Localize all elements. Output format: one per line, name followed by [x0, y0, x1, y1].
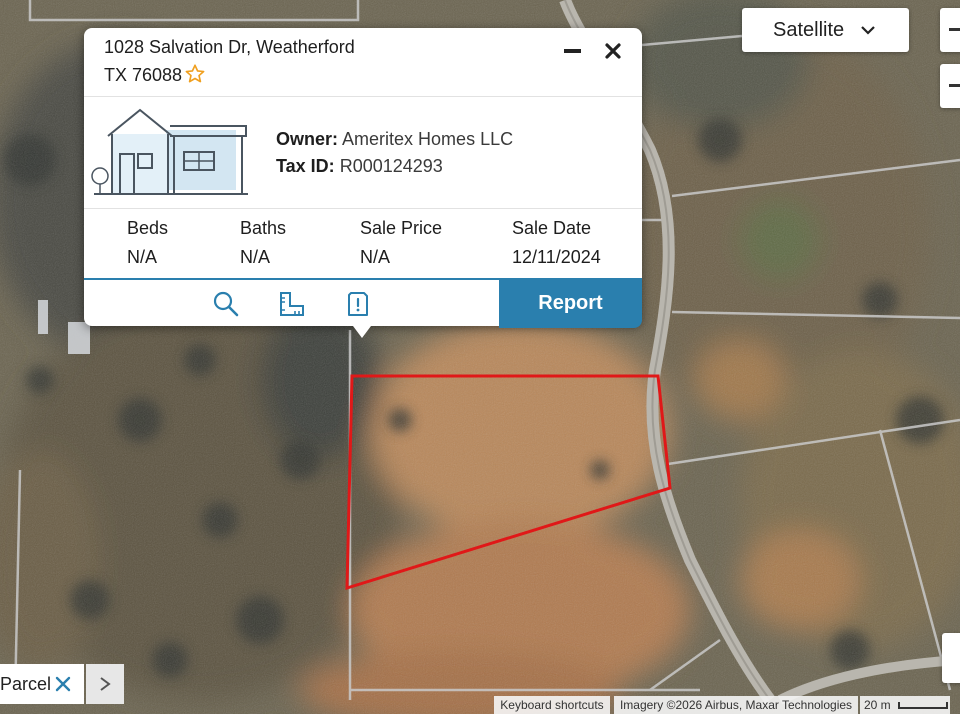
map-type-label: Satellite: [773, 19, 845, 41]
popup-action-bar: Report: [84, 278, 642, 328]
taxid-row: Tax ID: R000124293: [276, 156, 443, 177]
close-icon[interactable]: [54, 675, 72, 693]
stat-label: Baths: [240, 218, 287, 238]
scale-bar[interactable]: 20 m: [860, 696, 950, 714]
street-view-pegman[interactable]: [942, 633, 960, 683]
property-popup: 1028 Salvation Dr, Weatherford TX 76088 …: [84, 28, 642, 328]
next-parcel-button[interactable]: [86, 664, 124, 704]
report-button[interactable]: Report: [499, 280, 642, 328]
bottom-strip: [0, 714, 960, 720]
search-icon[interactable]: [212, 290, 240, 318]
imagery-attribution: Imagery ©2026 Airbus, Maxar Technologies: [614, 696, 858, 714]
owner-label: Owner:: [276, 129, 339, 149]
stat-label: Sale Date: [512, 218, 592, 238]
stat-label: Sale Price: [360, 218, 443, 238]
house-illustration: [91, 108, 248, 195]
taxid-value: R000124293: [339, 156, 443, 176]
address-line-2: TX 76088: [104, 65, 183, 85]
zoom-out-button[interactable]: [940, 64, 960, 108]
owner-row: Owner: Ameritex Homes LLC: [276, 129, 513, 150]
ruler-icon[interactable]: [277, 290, 305, 318]
parcel-tag[interactable]: Parcel: [0, 664, 84, 704]
favorite-star-icon[interactable]: [184, 63, 206, 85]
parcel-label: Parcel: [0, 674, 52, 694]
minimize-icon[interactable]: [562, 42, 584, 60]
close-icon[interactable]: [602, 40, 624, 62]
popup-header: 1028 Salvation Dr, Weatherford TX 76088: [84, 28, 642, 97]
stat-value: N/A: [127, 247, 158, 267]
stat-label: Beds: [127, 218, 169, 238]
popup-pointer: [350, 322, 374, 338]
taxid-label: Tax ID:: [276, 156, 335, 176]
owner-value: Ameritex Homes LLC: [342, 129, 514, 149]
address-line-1: 1028 Salvation Dr, Weatherford: [104, 37, 355, 57]
stat-value: N/A: [240, 247, 271, 267]
scale-label: 20 m: [864, 698, 891, 712]
property-stats: Beds N/A Baths N/A Sale Price N/A Sale D…: [84, 208, 642, 279]
map-type-selector[interactable]: Satellite: [742, 8, 909, 52]
info-icon[interactable]: [344, 290, 372, 318]
chevron-right-icon: [100, 677, 111, 691]
scale-line-icon: [898, 702, 948, 709]
keyboard-shortcuts-link[interactable]: Keyboard shortcuts: [494, 696, 610, 714]
chevron-down-icon: [861, 26, 875, 35]
stat-value: 12/11/2024: [512, 247, 601, 267]
zoom-in-button[interactable]: [940, 8, 960, 52]
stat-value: N/A: [360, 247, 391, 267]
